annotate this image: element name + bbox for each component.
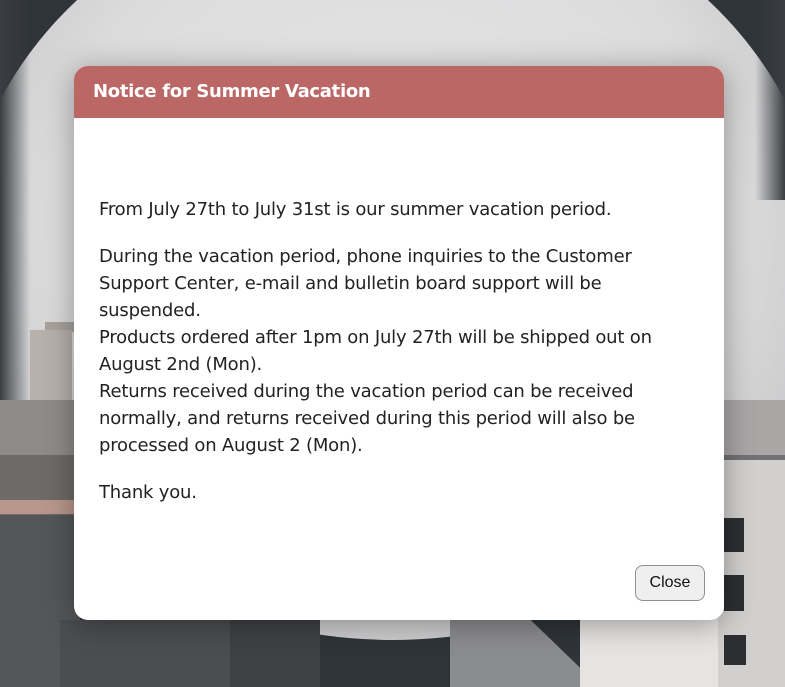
roof [0,500,75,514]
notice-paragraph: Products ordered after 1pm on July 27th … [99,327,652,375]
vignette-right [755,0,785,200]
closing-text: Thank you. [99,482,197,503]
window [724,518,744,552]
building [718,460,785,687]
window [724,575,744,611]
vacation-notice-modal: Notice for Summer Vacation From July 27t… [74,66,724,620]
notice-paragraph: Returns received during the vacation per… [99,381,635,456]
notice-paragraph: During the vacation period, phone inquir… [99,246,632,321]
modal-title: Notice for Summer Vacation [93,81,371,102]
close-button[interactable]: Close [635,565,705,601]
building [580,615,720,687]
modal-body: From July 27th to July 31st is our summe… [99,196,699,506]
window [724,635,746,665]
modal-header: Notice for Summer Vacation [74,66,724,118]
rooftop [230,620,320,687]
notice-paragraph: From July 27th to July 31st is our summe… [99,199,612,220]
